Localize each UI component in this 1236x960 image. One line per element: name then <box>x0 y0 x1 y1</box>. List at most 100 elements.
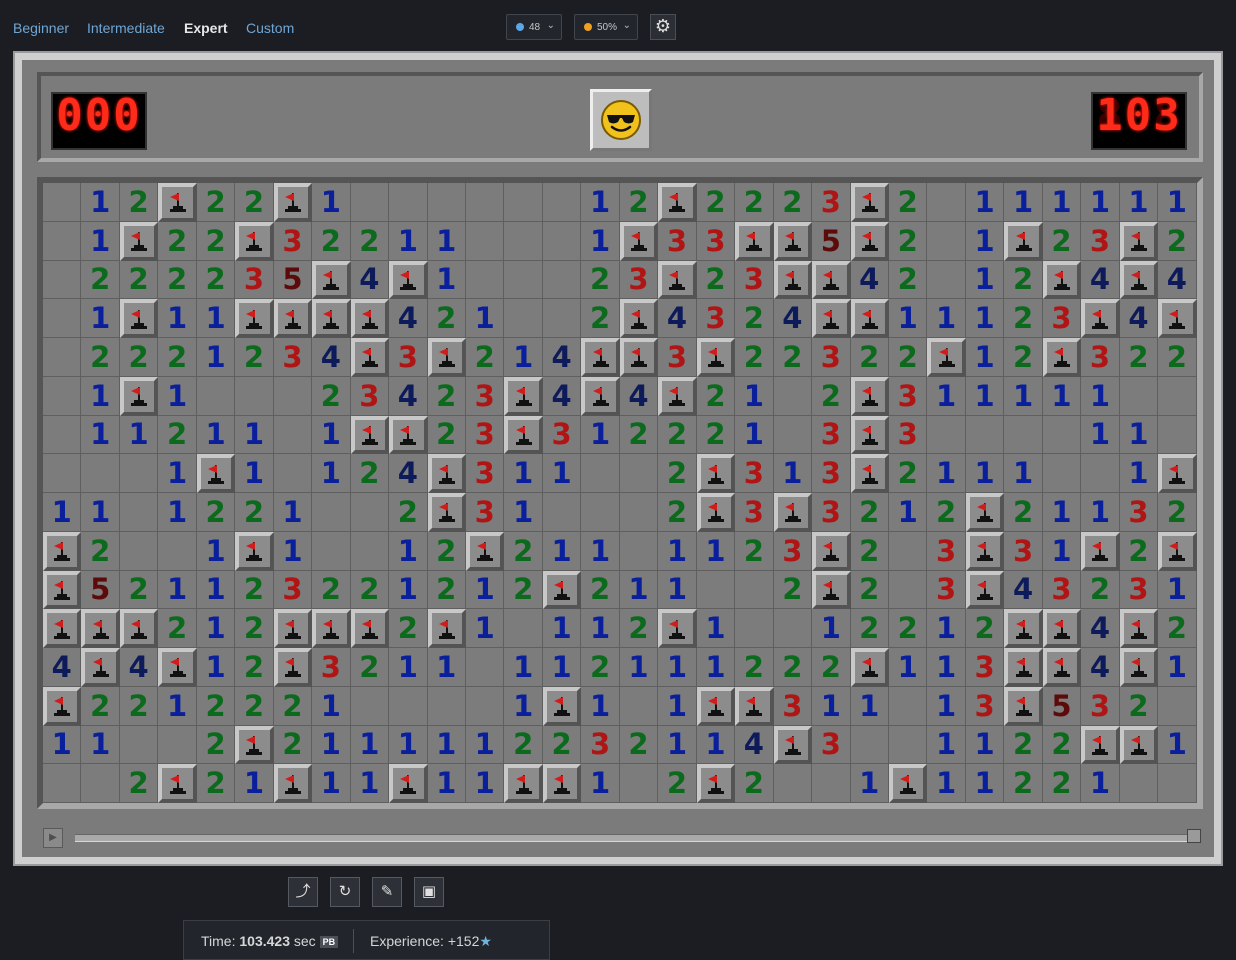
number-cell[interactable]: 4 <box>1119 299 1159 338</box>
number-cell[interactable]: 1 <box>619 648 659 687</box>
flag-cell[interactable] <box>658 609 697 648</box>
number-cell[interactable]: 2 <box>1004 764 1043 803</box>
empty-cell[interactable] <box>43 415 82 455</box>
number-cell[interactable]: 3 <box>542 415 582 455</box>
flag-cell[interactable] <box>1004 221 1043 261</box>
empty-cell[interactable] <box>389 686 428 726</box>
empty-cell[interactable] <box>1042 454 1082 493</box>
empty-cell[interactable] <box>504 609 543 648</box>
number-cell[interactable]: 1 <box>312 415 351 455</box>
flag-cell[interactable] <box>427 338 466 377</box>
number-cell[interactable]: 3 <box>812 415 851 455</box>
flag-cell[interactable] <box>850 376 889 416</box>
number-cell[interactable]: 2 <box>1004 493 1043 532</box>
flag-cell[interactable] <box>735 686 774 726</box>
flag-cell[interactable] <box>273 648 313 687</box>
number-cell[interactable]: 2 <box>850 570 889 610</box>
number-cell[interactable]: 2 <box>888 609 928 648</box>
flag-cell[interactable] <box>619 338 659 377</box>
number-cell[interactable]: 2 <box>773 648 813 687</box>
number-cell[interactable]: 1 <box>927 686 966 726</box>
speed-select[interactable]: 50% ⌄ <box>574 14 638 40</box>
empty-cell[interactable] <box>43 338 82 377</box>
number-cell[interactable]: 2 <box>1042 725 1082 765</box>
number-cell[interactable]: 2 <box>735 338 774 377</box>
number-cell[interactable]: 3 <box>273 570 313 610</box>
number-cell[interactable]: 2 <box>1042 221 1082 261</box>
flag-cell[interactable] <box>350 415 390 455</box>
flag-cell[interactable] <box>43 531 82 571</box>
number-cell[interactable]: 2 <box>1004 725 1043 765</box>
flag-cell[interactable] <box>273 183 313 222</box>
number-cell[interactable]: 1 <box>542 648 582 687</box>
number-cell[interactable]: 3 <box>350 376 390 416</box>
flag-cell[interactable] <box>696 338 736 377</box>
number-cell[interactable]: 2 <box>735 531 774 571</box>
number-cell[interactable]: 3 <box>927 570 966 610</box>
flag-cell[interactable] <box>1158 531 1197 571</box>
number-cell[interactable]: 2 <box>581 299 620 338</box>
empty-cell[interactable] <box>888 725 928 765</box>
number-cell[interactable]: 1 <box>581 764 620 803</box>
number-cell[interactable]: 1 <box>1119 415 1159 455</box>
number-cell[interactable]: 3 <box>965 686 1005 726</box>
number-cell[interactable]: 1 <box>389 648 428 687</box>
number-cell[interactable]: 1 <box>312 764 351 803</box>
number-cell[interactable]: 1 <box>81 299 120 338</box>
number-cell[interactable]: 2 <box>427 299 466 338</box>
number-cell[interactable]: 1 <box>696 725 736 765</box>
number-cell[interactable]: 2 <box>927 493 966 532</box>
number-cell[interactable]: 2 <box>696 183 736 222</box>
number-cell[interactable]: 2 <box>196 686 236 726</box>
empty-cell[interactable] <box>465 221 505 261</box>
number-cell[interactable]: 1 <box>196 338 236 377</box>
flag-cell[interactable] <box>158 648 197 687</box>
number-cell[interactable]: 2 <box>888 183 928 222</box>
number-cell[interactable]: 1 <box>888 648 928 687</box>
flag-cell[interactable] <box>1119 260 1159 300</box>
number-cell[interactable]: 2 <box>850 531 889 571</box>
number-cell[interactable]: 1 <box>581 183 620 222</box>
flag-cell[interactable] <box>696 764 736 803</box>
empty-cell[interactable] <box>235 376 274 416</box>
number-cell[interactable]: 3 <box>888 415 928 455</box>
zoom-select[interactable]: 48 ⌄ <box>506 14 562 40</box>
flag-cell[interactable] <box>312 299 351 338</box>
number-cell[interactable]: 1 <box>927 299 966 338</box>
flag-cell[interactable] <box>658 260 697 300</box>
flag-cell[interactable] <box>350 299 390 338</box>
number-cell[interactable]: 1 <box>158 454 197 493</box>
empty-cell[interactable] <box>350 183 390 222</box>
flag-cell[interactable] <box>773 493 813 532</box>
number-cell[interactable]: 1 <box>465 609 505 648</box>
number-cell[interactable]: 3 <box>273 338 313 377</box>
flag-cell[interactable] <box>158 764 197 803</box>
number-cell[interactable]: 1 <box>696 648 736 687</box>
empty-cell[interactable] <box>43 260 82 300</box>
number-cell[interactable]: 1 <box>965 221 1005 261</box>
flag-cell[interactable] <box>43 609 82 648</box>
number-cell[interactable]: 1 <box>581 531 620 571</box>
flag-cell[interactable] <box>312 609 351 648</box>
flag-cell[interactable] <box>504 764 543 803</box>
number-cell[interactable]: 2 <box>658 493 697 532</box>
number-cell[interactable]: 2 <box>196 764 236 803</box>
number-cell[interactable]: 3 <box>465 376 505 416</box>
number-cell[interactable]: 2 <box>350 221 390 261</box>
number-cell[interactable]: 1 <box>158 376 197 416</box>
flag-cell[interactable] <box>542 686 582 726</box>
number-cell[interactable]: 3 <box>773 686 813 726</box>
flag-cell[interactable] <box>696 493 736 532</box>
empty-cell[interactable] <box>119 531 159 571</box>
number-cell[interactable]: 1 <box>312 183 351 222</box>
number-cell[interactable]: 1 <box>196 570 236 610</box>
flag-cell[interactable] <box>119 609 159 648</box>
number-cell[interactable]: 2 <box>735 183 774 222</box>
flag-cell[interactable] <box>965 531 1005 571</box>
flag-cell[interactable] <box>812 299 851 338</box>
number-cell[interactable]: 2 <box>119 764 159 803</box>
empty-cell[interactable] <box>427 686 466 726</box>
number-cell[interactable]: 1 <box>696 531 736 571</box>
number-cell[interactable]: 3 <box>1081 338 1120 377</box>
number-cell[interactable]: 1 <box>542 609 582 648</box>
